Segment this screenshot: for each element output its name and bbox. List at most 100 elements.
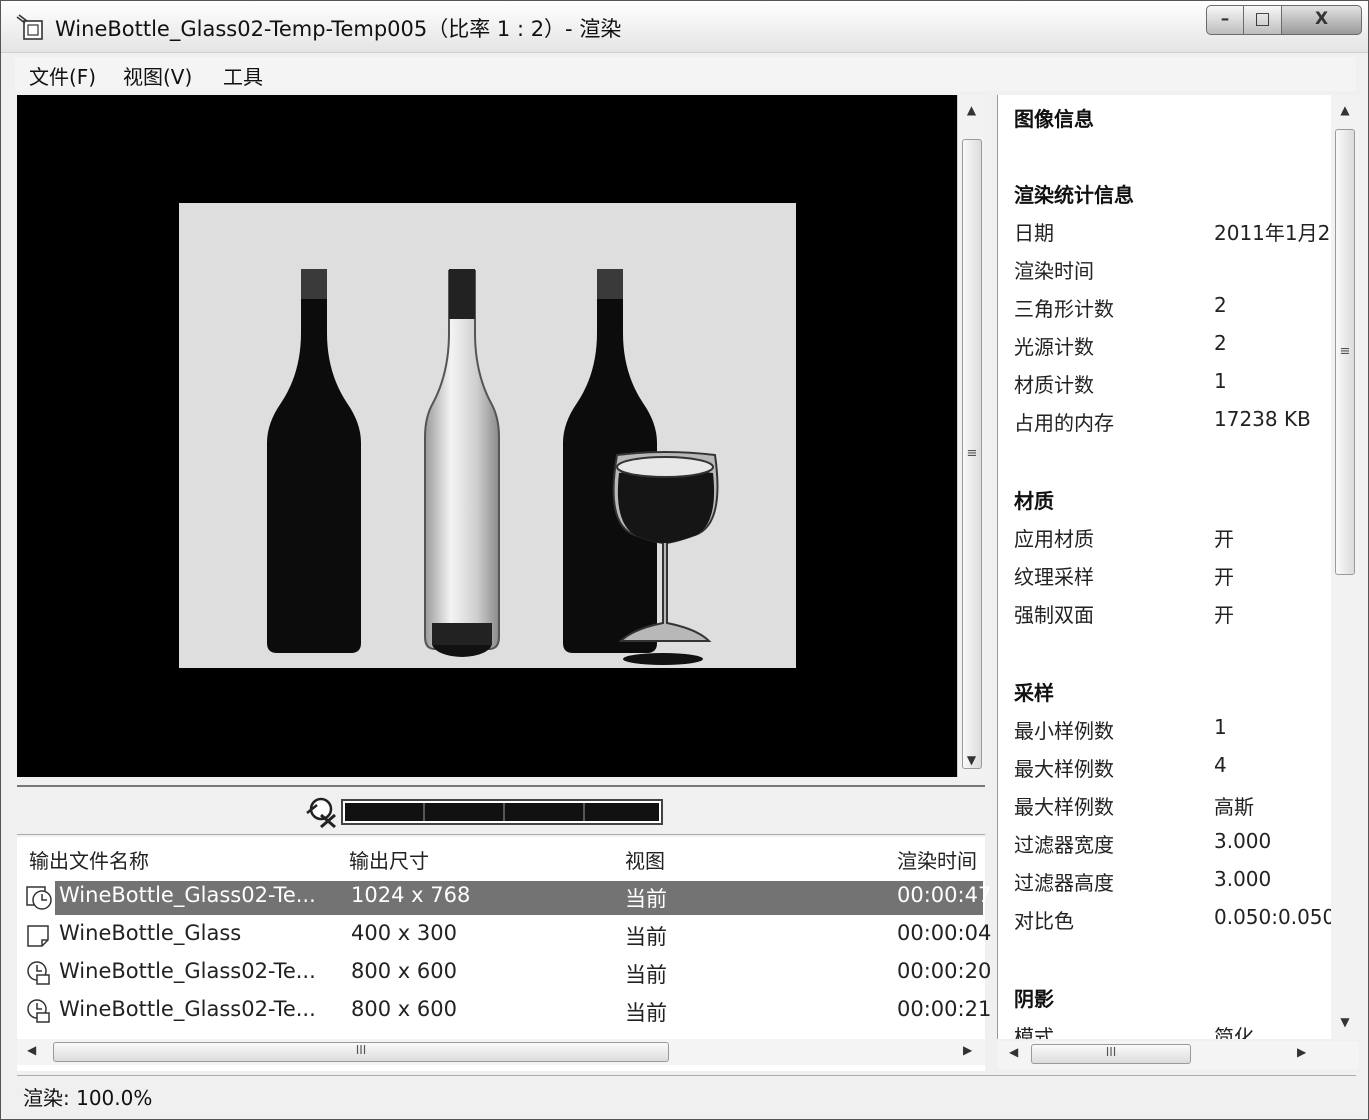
scroll-down-icon[interactable]: ▼ — [958, 753, 985, 767]
info-key: 强制双面 — [1014, 603, 1094, 627]
table-row[interactable]: WineBottle_Glass 400 x 300 当前 00:00:04 — [17, 917, 991, 953]
preview-vertical-scrollbar[interactable]: ▲ ≡ ▼ — [957, 95, 985, 777]
column-header-view[interactable]: 视图 — [625, 845, 665, 874]
info-key: 纹理采样 — [1014, 565, 1094, 589]
menu-tools[interactable]: 工具 — [223, 61, 263, 90]
row-file-name: WineBottle_Glass — [59, 921, 242, 945]
scroll-grip-icon: ≡ — [1339, 344, 1351, 359]
render-clock-icon — [27, 961, 50, 985]
render-clock-icon — [27, 999, 50, 1023]
render-window: WineBottle_Glass02-Temp-Temp005（比率 1 : 2… — [0, 0, 1369, 1120]
section-heading-sampling: 采样 — [1014, 681, 1054, 705]
info-value: 2011年1月2 — [1214, 221, 1331, 245]
scroll-right-icon[interactable]: ▶ — [1297, 1045, 1306, 1059]
title-bar[interactable]: WineBottle_Glass02-Temp-Temp005（比率 1 : 2… — [1, 1, 1368, 53]
table-scroll-thumb[interactable]: III — [53, 1042, 669, 1062]
render-progress-fill — [345, 803, 659, 821]
info-value: 0.050:0.050 — [1214, 905, 1331, 929]
window-title: WineBottle_Glass02-Temp-Temp005（比率 1 : 2… — [55, 17, 622, 41]
info-key: 过滤器宽度 — [1014, 833, 1114, 857]
wine-bottles-render — [267, 269, 719, 665]
row-view: 当前 — [625, 1001, 667, 1025]
info-value: 2 — [1214, 293, 1227, 317]
render-status-text: 渲染: 100.0% — [23, 1086, 153, 1110]
scroll-down-icon[interactable]: ▼ — [1331, 1015, 1359, 1029]
section-heading-render-stats: 渲染统计信息 — [1014, 183, 1134, 207]
info-value: 简化 — [1214, 1025, 1254, 1039]
info-value: 高斯 — [1214, 795, 1254, 819]
info-scroll-thumb[interactable]: ≡ — [1335, 129, 1355, 575]
row-file-name: WineBottle_Glass02-Te... — [59, 959, 316, 983]
info-value: 1 — [1214, 369, 1227, 393]
scroll-grip-icon: ≡ — [966, 446, 978, 461]
info-value: 4 — [1214, 753, 1227, 777]
info-value: 3.000 — [1214, 867, 1272, 891]
info-key: 应用材质 — [1014, 527, 1094, 551]
status-bar: 渲染: 100.0% — [17, 1075, 1356, 1111]
cancel-render-icon[interactable] — [303, 795, 343, 829]
info-key: 日期 — [1014, 221, 1054, 245]
table-horizontal-scrollbar[interactable]: ◀ III ▶ — [17, 1039, 985, 1065]
row-render-time: 00:00:47 — [897, 883, 992, 907]
row-output-size: 800 x 600 — [351, 959, 457, 983]
render-progress-strip — [17, 785, 985, 835]
row-view: 当前 — [625, 887, 667, 911]
row-file-name: WineBottle_Glass02-Te... — [59, 997, 316, 1021]
minimize-button[interactable]: – — [1206, 5, 1244, 35]
table-row[interactable]: WineBottle_Glass02-Te... 1024 x 768 当前 0… — [17, 879, 991, 915]
row-view: 当前 — [625, 963, 667, 987]
info-vertical-scrollbar[interactable]: ▲ ≡ ▼ — [1331, 95, 1359, 1039]
row-file-name: WineBottle_Glass02-Te... — [59, 883, 316, 907]
row-render-time: 00:00:21 — [897, 997, 992, 1021]
info-horizontal-scrollbar[interactable]: ◀ III ▶ — [997, 1041, 1359, 1069]
render-window-icon — [16, 14, 43, 40]
render-preview[interactable] — [17, 95, 957, 777]
image-info-panel: 图像信息 渲染统计信息 日期 2011年1月2 渲染时间 三角形计数 2 光源计… — [997, 95, 1331, 1039]
info-key: 三角形计数 — [1014, 297, 1114, 321]
info-key: 过滤器高度 — [1014, 871, 1114, 895]
scroll-right-icon[interactable]: ▶ — [963, 1043, 972, 1057]
column-header-output-size[interactable]: 输出尺寸 — [349, 845, 429, 874]
maximize-button[interactable]: □ — [1244, 5, 1282, 35]
rendered-image — [179, 203, 796, 668]
scroll-grip-icon: III — [355, 1043, 367, 1057]
render-clock-icon — [26, 886, 52, 910]
menu-view[interactable]: 视图(V) — [123, 61, 192, 90]
info-value: 3.000 — [1214, 829, 1272, 853]
row-output-size: 1024 x 768 — [351, 883, 471, 907]
preview-scroll-thumb[interactable]: ≡ — [962, 139, 982, 769]
maximize-icon: □ — [1254, 9, 1271, 29]
window-controls: – □ X — [1206, 5, 1362, 35]
info-panel-title: 图像信息 — [1014, 107, 1094, 131]
minimize-icon: – — [1220, 9, 1230, 29]
scroll-left-icon[interactable]: ◀ — [1009, 1045, 1018, 1059]
info-key: 模式 — [1014, 1025, 1054, 1039]
info-key: 最大样例数 — [1014, 757, 1114, 781]
close-icon: X — [1314, 9, 1329, 29]
info-value: 开 — [1214, 603, 1234, 627]
row-render-time: 00:00:04 — [897, 921, 992, 945]
info-key: 最小样例数 — [1014, 719, 1114, 743]
menu-bar: 文件(F) 视图(V) 工具 — [15, 57, 1356, 91]
row-render-time: 00:00:20 — [897, 959, 992, 983]
close-button[interactable]: X — [1282, 5, 1362, 35]
column-header-file-name[interactable]: 输出文件名称 — [29, 845, 149, 874]
info-value: 开 — [1214, 527, 1234, 551]
info-key: 渲染时间 — [1014, 259, 1094, 283]
row-view: 当前 — [625, 925, 667, 949]
info-hscroll-thumb[interactable]: III — [1031, 1044, 1191, 1064]
scroll-left-icon[interactable]: ◀ — [27, 1043, 36, 1057]
scroll-up-icon[interactable]: ▲ — [1331, 103, 1359, 117]
render-frame-icon — [27, 925, 49, 947]
info-key: 占用的内存 — [1014, 411, 1114, 435]
menu-file[interactable]: 文件(F) — [29, 61, 96, 90]
info-value: 17238 KB — [1214, 407, 1311, 431]
render-history-table: 输出文件名称 输出尺寸 视图 渲染时间 WineBottle_Glass02-T… — [17, 837, 991, 1071]
table-row[interactable]: WineBottle_Glass02-Te... 800 x 600 当前 00… — [17, 993, 991, 1029]
row-output-size: 800 x 600 — [351, 997, 457, 1021]
table-row[interactable]: WineBottle_Glass02-Te... 800 x 600 当前 00… — [17, 955, 991, 991]
column-header-render-time[interactable]: 渲染时间 — [897, 845, 977, 874]
info-value: 1 — [1214, 715, 1227, 739]
scroll-up-icon[interactable]: ▲ — [958, 103, 985, 117]
render-progress-bar — [341, 799, 663, 825]
